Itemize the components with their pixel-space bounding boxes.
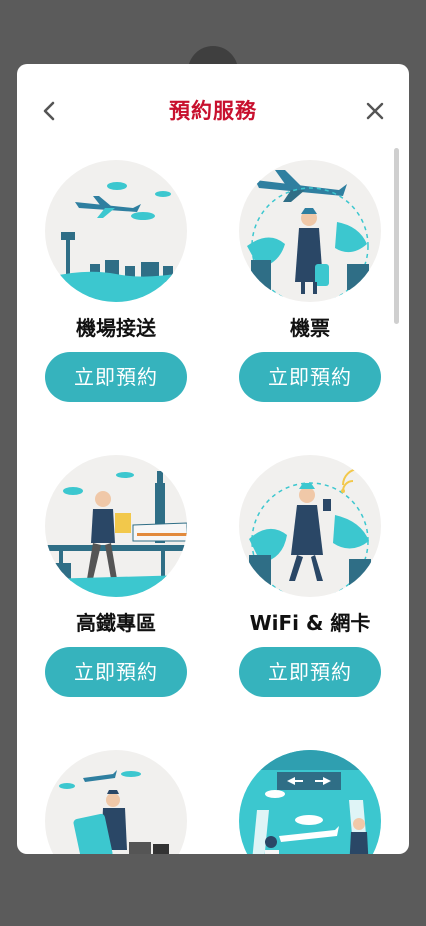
service-name: 機票 <box>290 316 330 340</box>
book-now-button[interactable]: 立即預約 <box>45 647 187 697</box>
service-name: 高鐵專區 <box>76 611 156 635</box>
flight-tickets-illustration <box>239 160 381 302</box>
airport-transfer-illustration <box>45 160 187 302</box>
modal-header: 預約服務 <box>17 64 409 160</box>
book-now-button[interactable]: 立即預約 <box>45 352 187 402</box>
service-name: 機場接送 <box>76 316 156 340</box>
high-speed-rail-illustration <box>45 455 187 597</box>
scrollbar[interactable] <box>394 148 399 324</box>
service-name: WiFi & 網卡 <box>249 611 371 635</box>
page-title: 預約服務 <box>169 99 257 123</box>
book-now-button[interactable]: 立即預約 <box>239 647 381 697</box>
close-button[interactable] <box>359 94 391 128</box>
booking-services-modal: 預約服務 機場接送 立即預約 機票 立即預約 高鐵專區 立即預約 WiFi & … <box>17 64 409 854</box>
airport-lounge-illustration <box>239 750 381 854</box>
close-icon <box>366 102 384 120</box>
book-now-button[interactable]: 立即預約 <box>239 352 381 402</box>
luggage-illustration <box>45 750 187 854</box>
wifi-sim-illustration <box>239 455 381 597</box>
